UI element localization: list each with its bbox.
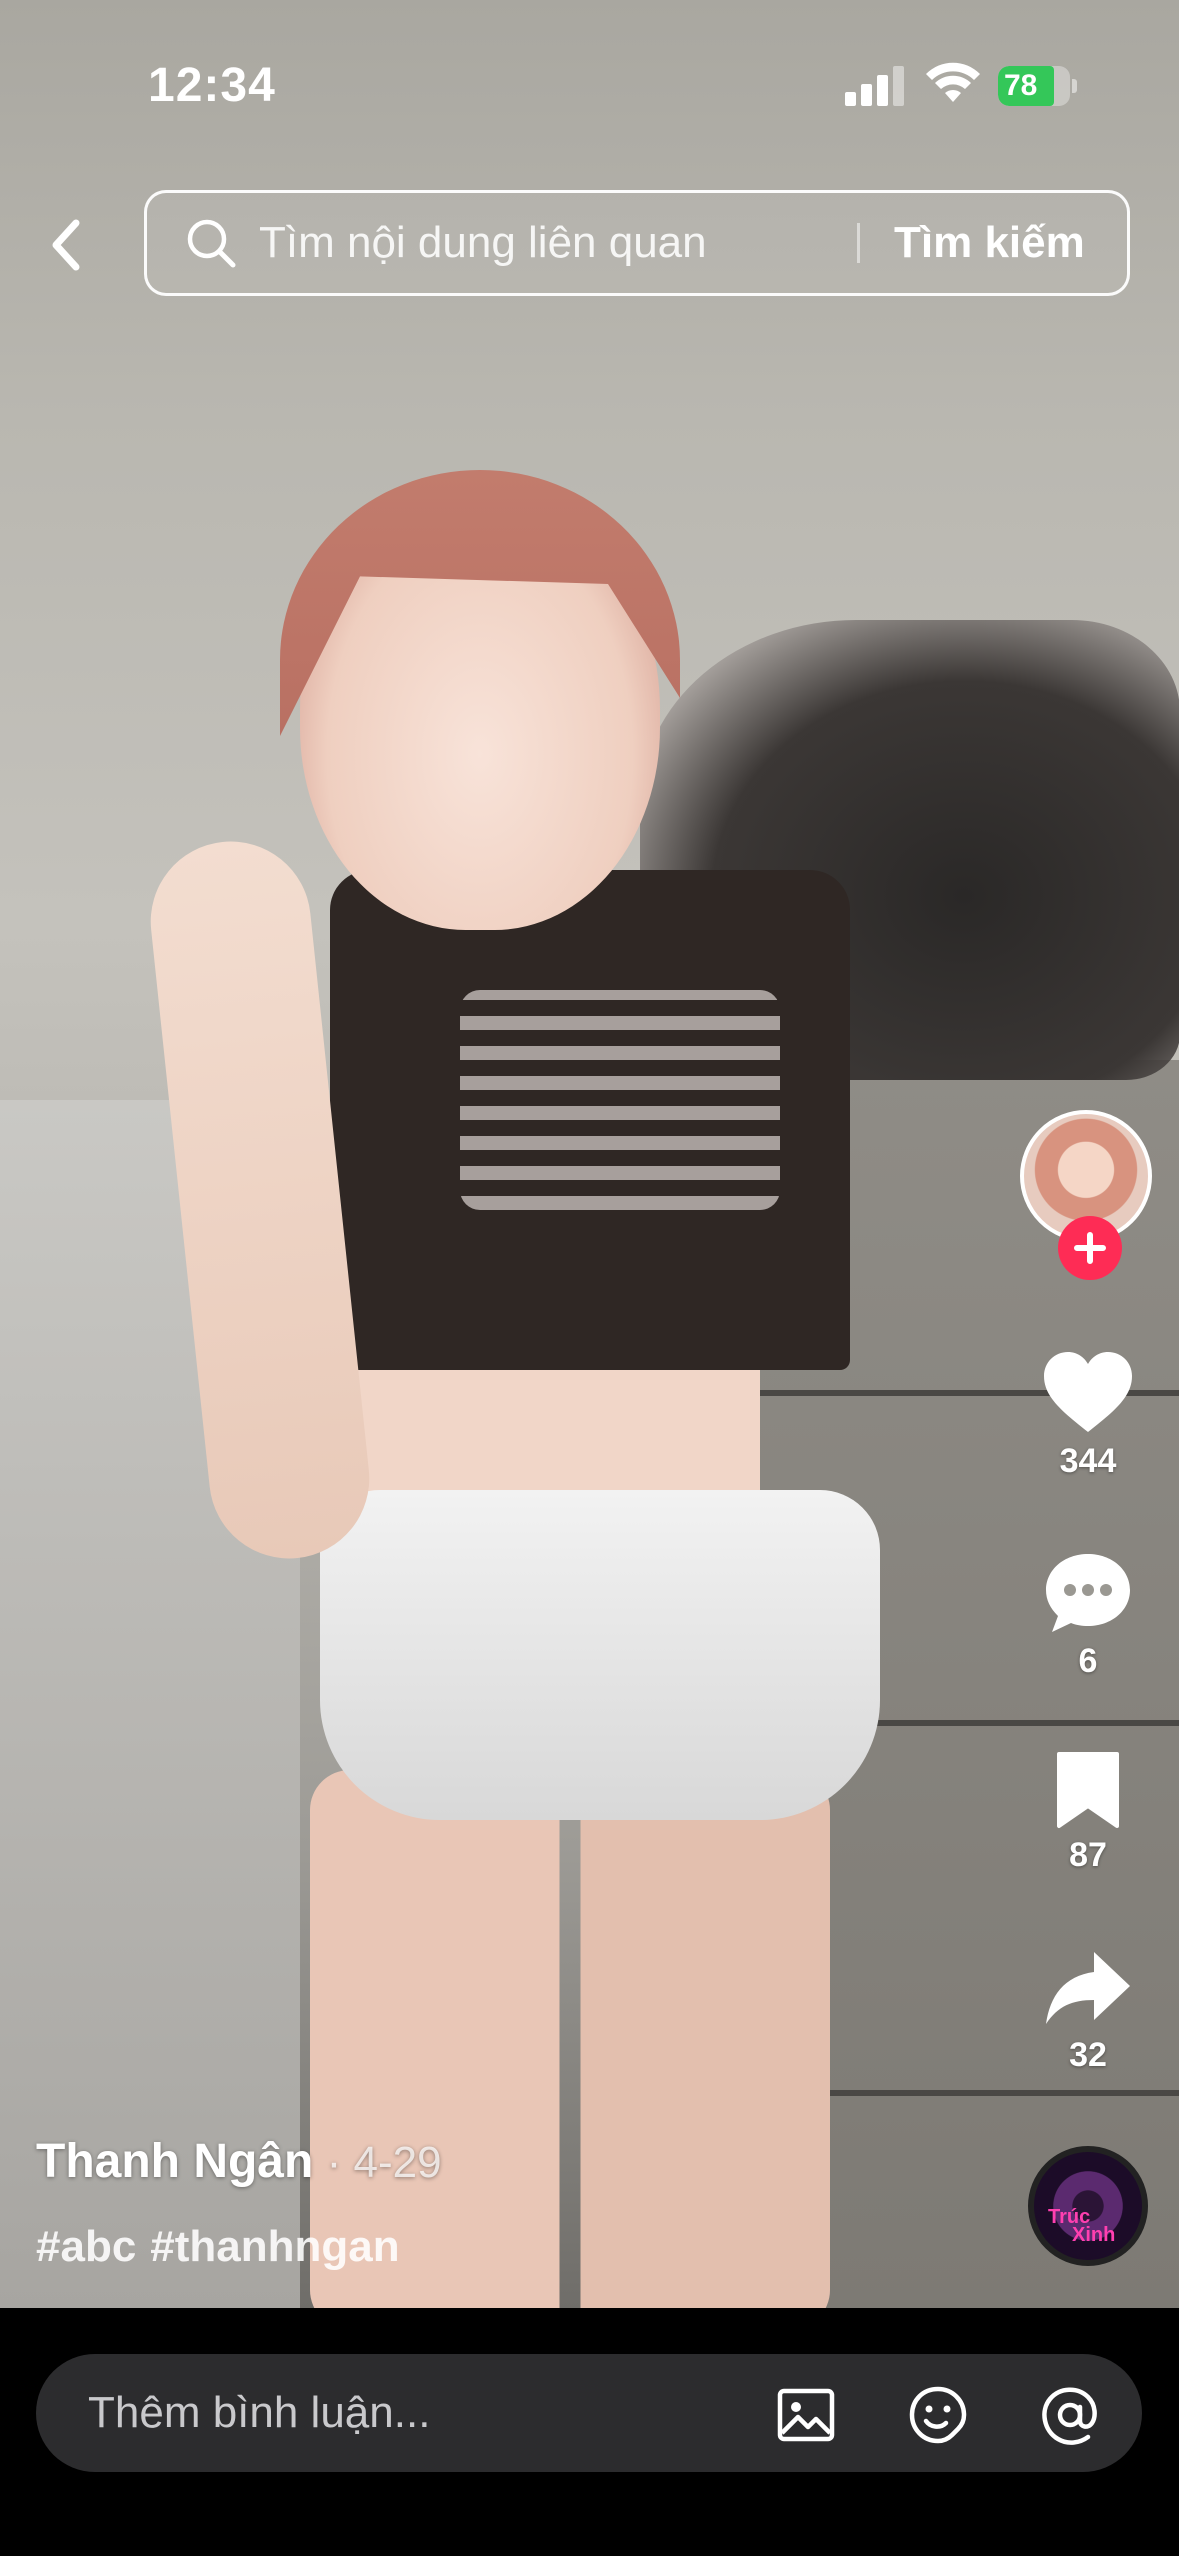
share-arrow-icon	[1046, 1952, 1130, 2024]
bookmark-icon	[1057, 1752, 1119, 1828]
back-button[interactable]	[36, 205, 96, 285]
image-icon[interactable]	[774, 2383, 838, 2447]
follow-button[interactable]	[1058, 1216, 1122, 1280]
comment-count: 6	[1078, 1642, 1098, 1680]
save-count: 87	[1069, 1836, 1107, 1874]
heart-icon	[1044, 1352, 1132, 1432]
plus-icon	[1074, 1232, 1106, 1264]
wifi-icon	[926, 62, 980, 102]
comment-button[interactable]: 6	[1000, 1550, 1176, 1681]
search-input[interactable]	[259, 218, 849, 268]
music-disc[interactable]: Trúc Xinh	[1028, 2146, 1148, 2266]
comment-bubble-icon	[1046, 1554, 1130, 1632]
battery-indicator: 78	[998, 66, 1078, 106]
share-button[interactable]: 32	[1000, 1948, 1176, 2075]
battery-percent: 78	[1004, 69, 1038, 102]
like-button[interactable]: 344	[1000, 1350, 1176, 1481]
video-subject	[142, 470, 880, 2308]
hashtag-list: #abc #thanhngan	[36, 2222, 414, 2272]
music-disc-label: Trúc Xinh	[1048, 2207, 1116, 2246]
chevron-left-icon	[52, 219, 80, 271]
post-date: · 4-29	[326, 2138, 442, 2187]
status-time: 12:34	[148, 59, 276, 112]
music-disc-label-line2: Xinh	[1072, 2224, 1116, 2246]
emoji-icon[interactable]	[906, 2383, 970, 2447]
search-icon	[187, 219, 236, 268]
author-name[interactable]: Thanh Ngân	[36, 2135, 313, 2188]
save-button[interactable]: 87	[1000, 1750, 1176, 1875]
search-divider	[857, 223, 860, 263]
creator-avatar-group[interactable]	[1020, 1110, 1156, 1280]
at-mention-icon[interactable]	[1038, 2383, 1102, 2447]
search-bar[interactable]: Tìm kiếm	[144, 190, 1130, 296]
search-submit-button[interactable]: Tìm kiếm	[894, 218, 1085, 268]
hashtag-link[interactable]: #thanhngan	[150, 2222, 399, 2271]
like-count: 344	[1059, 1442, 1117, 1480]
share-count: 32	[1069, 2036, 1107, 2074]
hashtag-link[interactable]: #abc	[36, 2222, 136, 2271]
cellular-signal-icon	[845, 66, 905, 106]
post-author-line: Thanh Ngân · 4-29	[36, 2134, 442, 2189]
comment-box[interactable]	[36, 2354, 1142, 2472]
comment-input[interactable]	[88, 2388, 788, 2438]
